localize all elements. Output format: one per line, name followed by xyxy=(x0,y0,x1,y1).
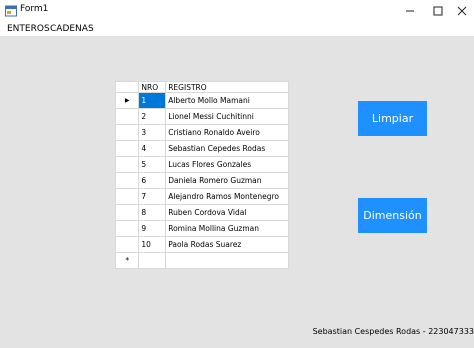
table-row[interactable]: 7 Alejandro Ramos Montenegro xyxy=(114,188,289,205)
limpiar-button[interactable]: Limpiar xyxy=(358,101,427,136)
row-header[interactable] xyxy=(114,140,140,157)
cell-registro[interactable]: Cristiano Ronaldo Aveiro xyxy=(165,124,289,141)
close-button[interactable] xyxy=(448,0,474,22)
row-header[interactable] xyxy=(114,204,140,221)
title-bar: Form1 xyxy=(0,0,474,22)
grid-table: NRO REGISTRO ▶ 1 Alberto Mollo Mamani 2 Lion… xyxy=(114,81,289,269)
table-row[interactable]: 6 Daniela Romero Guzman xyxy=(114,172,289,189)
cell-registro[interactable]: Lionel Messi Cuchitinni xyxy=(165,108,289,125)
table-row[interactable]: 4 Sebastian Cepedes Rodas xyxy=(114,140,289,157)
row-header[interactable] xyxy=(114,108,140,125)
table-row[interactable]: ▶ 1 Alberto Mollo Mamani xyxy=(114,92,289,109)
cell-registro[interactable]: Paola Rodas Suarez xyxy=(165,236,289,253)
window-title: Form1 xyxy=(20,4,49,14)
new-row-indicator[interactable]: * xyxy=(114,252,140,269)
row-header[interactable] xyxy=(114,172,140,189)
row-header[interactable] xyxy=(114,156,140,173)
cell-nro[interactable]: 10 xyxy=(138,236,167,253)
cell-registro[interactable]: Romina Mollina Guzman xyxy=(165,220,289,237)
row-header[interactable] xyxy=(114,188,140,205)
cell-nro[interactable]: 6 xyxy=(138,172,167,189)
table-row[interactable]: 3 Cristiano Ronaldo Aveiro xyxy=(114,124,289,141)
menu-bar: ENTEROS CADENAS xyxy=(0,22,474,36)
dimension-button[interactable]: Dimensión xyxy=(358,198,427,233)
menu-cadenas[interactable]: CADENAS xyxy=(50,22,94,36)
cell-registro[interactable]: Alberto Mollo Mamani xyxy=(165,92,289,109)
grid-header-row: NRO REGISTRO xyxy=(114,81,289,93)
cell-nro[interactable]: 5 xyxy=(138,156,167,173)
minimize-icon xyxy=(406,10,414,12)
table-row[interactable]: 5 Lucas Flores Gonzales xyxy=(114,156,289,173)
cell-nro[interactable]: 3 xyxy=(138,124,167,141)
data-grid[interactable]: NRO REGISTRO ▶ 1 Alberto Mollo Mamani 2 Lion… xyxy=(114,81,289,269)
cell-registro[interactable]: Ruben Cordova Vidal xyxy=(165,204,289,221)
new-row[interactable]: * xyxy=(114,252,289,269)
column-header-nro[interactable]: NRO xyxy=(138,81,167,93)
table-row[interactable]: 8 Ruben Cordova Vidal xyxy=(114,204,289,221)
cell-nro[interactable]: 9 xyxy=(138,220,167,237)
app-icon xyxy=(5,5,17,17)
row-header[interactable] xyxy=(114,236,140,253)
cell-registro[interactable]: Daniela Romero Guzman xyxy=(165,172,289,189)
cell-nro[interactable]: 7 xyxy=(138,188,167,205)
cell-registro[interactable]: Alejandro Ramos Montenegro xyxy=(165,188,289,205)
row-header[interactable] xyxy=(114,124,140,141)
menu-enteros[interactable]: ENTEROS xyxy=(7,22,50,36)
column-header-registro[interactable]: REGISTRO xyxy=(165,81,289,93)
cell-nro[interactable]: 1 xyxy=(138,92,167,109)
cell-nro[interactable] xyxy=(138,252,167,269)
cell-registro[interactable] xyxy=(165,252,289,269)
current-row-indicator[interactable]: ▶ xyxy=(114,92,140,109)
maximize-icon xyxy=(433,6,443,16)
cell-nro[interactable]: 2 xyxy=(138,108,167,125)
cell-registro[interactable]: Sebastian Cepedes Rodas xyxy=(165,140,289,157)
cell-registro[interactable]: Lucas Flores Gonzales xyxy=(165,156,289,173)
table-row[interactable]: 10 Paola Rodas Suarez xyxy=(114,236,289,253)
cell-nro[interactable]: 8 xyxy=(138,204,167,221)
table-row[interactable]: 2 Lionel Messi Cuchitinni xyxy=(114,108,289,125)
status-label: Sebastian Cespedes Rodas - 223047333 xyxy=(312,327,474,336)
minimize-button[interactable] xyxy=(396,0,424,22)
table-row[interactable]: 9 Romina Mollina Guzman xyxy=(114,220,289,237)
cell-nro[interactable]: 4 xyxy=(138,140,167,157)
grid-corner[interactable] xyxy=(114,81,140,93)
close-icon xyxy=(457,6,467,16)
row-header[interactable] xyxy=(114,220,140,237)
